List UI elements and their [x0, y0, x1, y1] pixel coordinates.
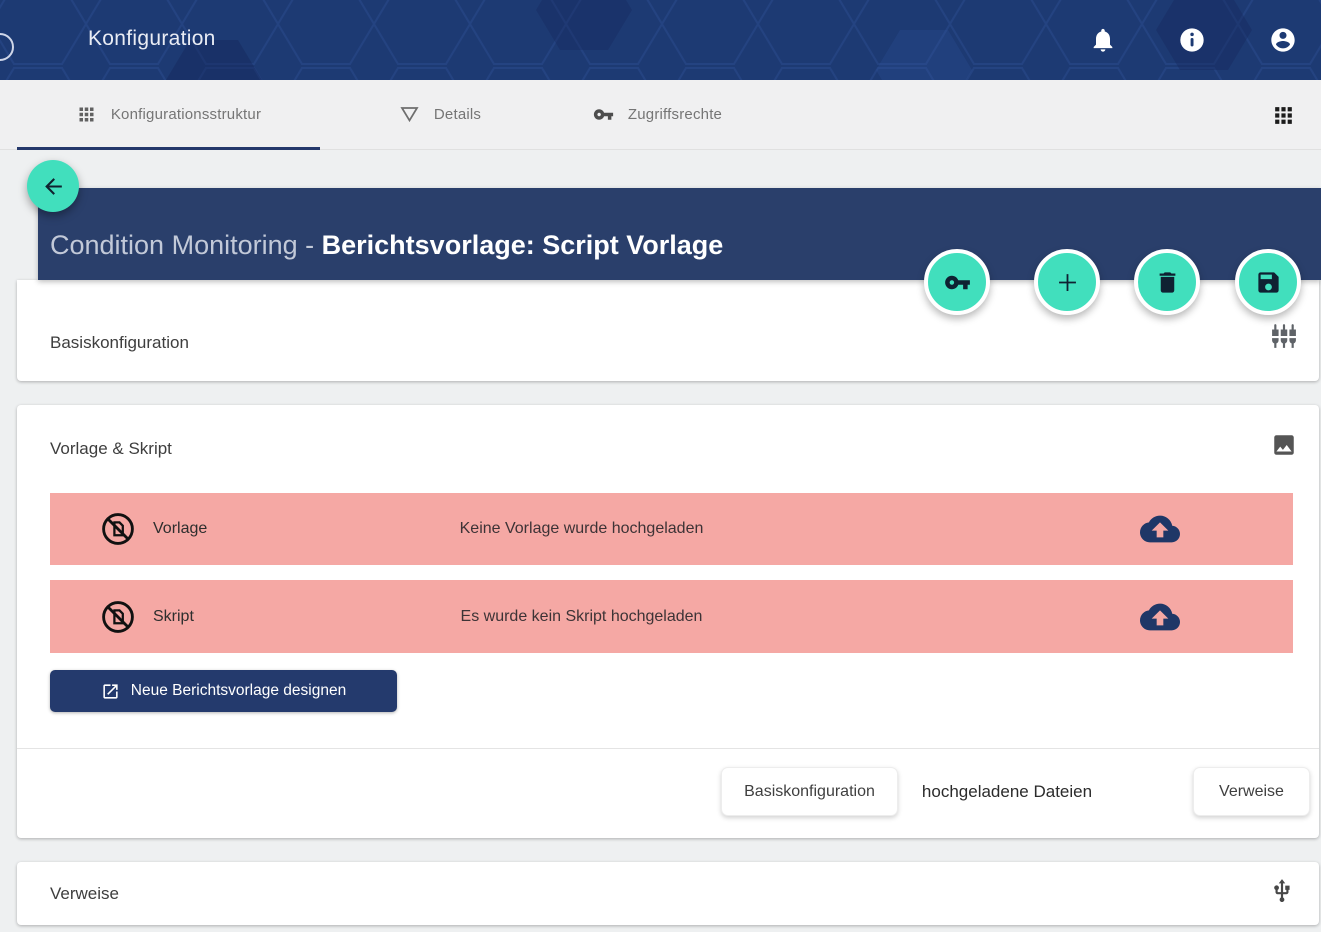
entity-title-main: Berichtsvorlage: Script Vorlage — [322, 230, 724, 260]
add-button[interactable] — [1034, 249, 1100, 315]
sliders-icon — [1271, 323, 1297, 349]
design-template-button-label: Neue Berichtsvorlage designen — [131, 682, 346, 700]
active-tab-indicator — [17, 147, 320, 150]
save-button[interactable] — [1235, 249, 1301, 315]
section-title: Vorlage & Skript — [50, 439, 172, 459]
entity-title-prefix: Condition Monitoring - — [50, 230, 322, 260]
back-button[interactable] — [27, 160, 79, 212]
footer-verweise-button[interactable]: Verweise — [1193, 767, 1310, 816]
upload-skript-button[interactable] — [1140, 597, 1180, 637]
grid-icon[interactable] — [1271, 103, 1296, 128]
triangle-icon — [399, 104, 420, 125]
page: Konfiguration Konfigurationsstruktur Det… — [0, 0, 1321, 932]
row-message: Es wurde kein Skript hochgeladen — [50, 608, 1113, 626]
page-title: Konfiguration — [88, 27, 216, 51]
app-header: Konfiguration — [0, 0, 1321, 80]
tab-details[interactable]: Details — [340, 80, 540, 149]
delete-button[interactable] — [1134, 249, 1200, 315]
open-in-new-icon — [101, 682, 120, 701]
grid-icon — [76, 104, 97, 125]
footer-center-label: hochgeladene Dateien — [907, 767, 1107, 816]
arrow-left-icon — [41, 174, 66, 199]
save-icon — [1255, 269, 1282, 296]
usb-icon — [1269, 878, 1295, 904]
tab-zugriffsrechte[interactable]: Zugriffsrechte — [540, 80, 775, 149]
access-rights-button[interactable] — [924, 249, 990, 315]
plus-icon — [1054, 269, 1081, 296]
tab-label: Details — [434, 106, 481, 123]
vorlage-row: Vorlage Keine Vorlage wurde hochgeladen — [50, 493, 1293, 565]
tab-label: Zugriffsrechte — [628, 106, 722, 123]
entity-title: Condition Monitoring - Berichtsvorlage: … — [50, 230, 723, 261]
verweise-card[interactable]: Verweise — [17, 862, 1319, 925]
trash-icon — [1154, 269, 1181, 296]
cloud-upload-icon — [1140, 509, 1180, 549]
key-icon — [593, 104, 614, 125]
design-template-button[interactable]: Neue Berichtsvorlage designen — [50, 670, 397, 712]
image-icon — [1271, 432, 1297, 458]
bell-icon[interactable] — [1089, 26, 1117, 54]
vorlage-skript-card: Vorlage & Skript Vorlage Keine Vorlage w… — [17, 405, 1319, 838]
account-icon[interactable] — [1269, 26, 1297, 54]
tab-bar: Konfigurationsstruktur Details Zugriffsr… — [0, 80, 1321, 150]
footer-basiskonfiguration-button[interactable]: Basiskonfiguration — [721, 767, 898, 816]
row-message: Keine Vorlage wurde hochgeladen — [50, 520, 1113, 538]
upload-vorlage-button[interactable] — [1140, 509, 1180, 549]
section-title: Basiskonfiguration — [50, 333, 189, 353]
tab-label: Konfigurationsstruktur — [111, 106, 261, 123]
basiskonfiguration-card[interactable]: Basiskonfiguration — [17, 280, 1319, 381]
skript-row: Skript Es wurde kein Skript hochgeladen — [50, 580, 1293, 653]
divider — [17, 748, 1319, 749]
info-icon[interactable] — [1178, 26, 1206, 54]
section-title: Verweise — [50, 884, 119, 904]
tab-konfigurationsstruktur[interactable]: Konfigurationsstruktur — [17, 80, 320, 149]
cloud-upload-icon — [1140, 597, 1180, 637]
key-icon — [944, 269, 971, 296]
entity-banner: Condition Monitoring - Berichtsvorlage: … — [38, 188, 1321, 280]
